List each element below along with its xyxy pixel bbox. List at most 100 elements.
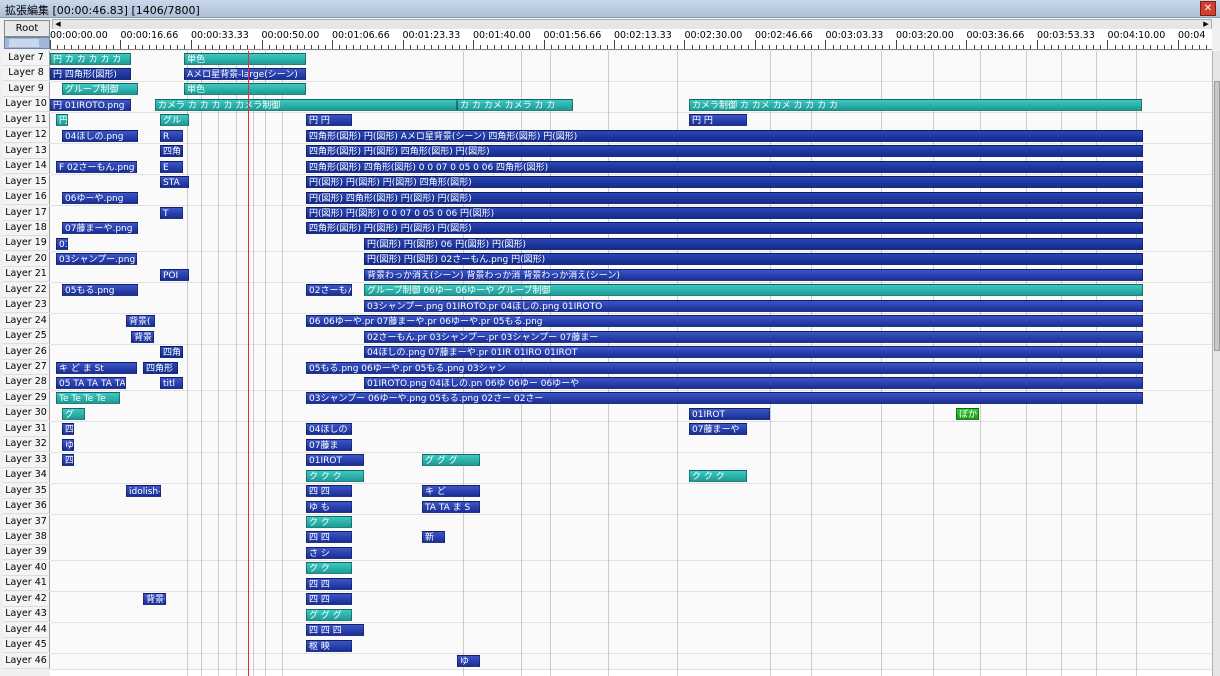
timeline-clip[interactable]: 四	[62, 454, 74, 467]
layer-row[interactable]	[50, 499, 1212, 516]
layer-label[interactable]: Layer 32	[3, 437, 50, 453]
timeline-clip[interactable]: 02さーもん.png	[306, 284, 352, 297]
layer-label[interactable]: Layer 37	[3, 514, 50, 530]
timeline-clip[interactable]: T	[160, 207, 183, 219]
vertical-scrollbar[interactable]	[1212, 51, 1220, 676]
timeline-clip[interactable]: カ カ カメ カメラ カ カ	[457, 98, 573, 111]
zoom-slider-thumb[interactable]	[9, 39, 39, 47]
timeline-clip[interactable]: グル	[160, 114, 189, 127]
layer-label[interactable]: Layer 14	[3, 159, 50, 175]
layer-row[interactable]	[50, 591, 1212, 608]
timeline-clip[interactable]: カメラ カ カ カ カ カメラ制御	[155, 98, 457, 111]
timeline-clip[interactable]: 四 四	[306, 593, 352, 606]
timeline-clip[interactable]: 四角	[160, 346, 183, 359]
scroll-right-icon[interactable]: ▶	[1201, 20, 1211, 29]
timeline-clip[interactable]: キ ど ま St	[56, 361, 137, 374]
timeline-clip[interactable]: 新	[422, 531, 445, 544]
timeline-clip[interactable]: 四角形(図形) 円(図形) Aメロ星背景(シーン) 四角形(図形) 円(図形)	[306, 129, 1143, 142]
layer-row[interactable]	[50, 468, 1212, 485]
timeline-clip[interactable]: 単色	[184, 83, 306, 96]
timeline-clip[interactable]: 円 カ カ カ カ カ	[50, 52, 131, 65]
timeline-clip[interactable]: カメラ制御 カ カメ カメ カ カ カ カ	[689, 98, 1142, 111]
layer-row[interactable]	[50, 560, 1212, 577]
timeline-clip[interactable]: 四角形(図形) 円(図形) 円(図形) 円(図形)	[306, 222, 1143, 235]
timeline-clip[interactable]: 01IROTO.png 04ほしの.pn 06ゆ 06ゆー 06ゆーや	[364, 376, 1143, 389]
timeline-clip[interactable]: 円 四角形(図形)	[50, 67, 131, 80]
timeline-clip[interactable]: 円	[56, 114, 68, 127]
timeline-clip[interactable]: キ ど	[422, 485, 480, 498]
layer-row[interactable]	[50, 514, 1212, 531]
layer-row[interactable]	[50, 406, 1212, 423]
layer-label[interactable]: Layer 29	[3, 390, 50, 406]
layer-label[interactable]: Layer 24	[3, 313, 50, 329]
timeline-clip[interactable]: さ シ	[306, 546, 352, 559]
timeline-clip[interactable]: グ	[62, 407, 85, 420]
layer-row[interactable]	[50, 638, 1212, 655]
layer-label[interactable]: Layer 28	[3, 375, 50, 391]
layer-label[interactable]: Layer 10	[3, 97, 50, 113]
timeline-clip[interactable]: 03シャンプー 06ゆーや.png 05もる.png 02さー 02さー	[306, 392, 1143, 405]
timeline-clip[interactable]: 四	[62, 423, 74, 436]
layer-row[interactable]	[50, 622, 1212, 639]
layer-label[interactable]: Layer 44	[3, 622, 50, 638]
layer-label[interactable]: Layer 40	[3, 560, 50, 576]
layer-row[interactable]	[50, 576, 1212, 593]
layer-label[interactable]: Layer 19	[3, 236, 50, 252]
scroll-left-icon[interactable]: ◀	[53, 20, 63, 29]
layer-row[interactable]	[50, 483, 1212, 500]
timeline-clip[interactable]: 01	[56, 237, 68, 250]
timeline-clip[interactable]: Te Te Te Te	[56, 392, 120, 405]
zoom-slider[interactable]	[4, 37, 50, 49]
timeline-clip[interactable]: 背景わっか消え(シーン) 背景わっか消 背景わっか消え(シーン)	[364, 268, 1143, 281]
layer-label[interactable]: Layer 26	[3, 344, 50, 360]
layer-label[interactable]: Layer 17	[3, 205, 50, 221]
layer-label[interactable]: Layer 45	[3, 638, 50, 654]
playhead-cursor[interactable]	[248, 51, 249, 676]
timeline-clip[interactable]: 05 TA TA TA TA	[56, 376, 126, 389]
layer-label[interactable]: Layer 7	[3, 51, 50, 66]
timeline-clip[interactable]: ク ク	[306, 562, 352, 575]
timeline-clip[interactable]: ク ク ク	[306, 469, 364, 482]
timeline-clip[interactable]: グ グ グ	[422, 454, 480, 467]
timeline-clip[interactable]: 07藤まーや	[689, 423, 747, 436]
timeline-clip[interactable]: 四角形(図形) 円(図形) 四角形(図形) 円(図形)	[306, 145, 1143, 158]
layer-label[interactable]: Layer 33	[3, 452, 50, 468]
timeline-clip[interactable]: Aメロ星背景-large(シーン)	[184, 67, 306, 80]
timeline-clip[interactable]: 背景	[131, 330, 154, 343]
layer-row[interactable]	[50, 452, 1212, 469]
layer-label[interactable]: Layer 21	[3, 267, 50, 283]
layer-label[interactable]: Layer 42	[3, 591, 50, 607]
layer-label[interactable]: Layer 18	[3, 220, 50, 236]
timeline-clip[interactable]: ク ク ク	[689, 469, 747, 482]
layer-label[interactable]: Layer 25	[3, 329, 50, 345]
timeline-clip[interactable]: ク ク	[306, 516, 352, 528]
layer-label[interactable]: Layer 35	[3, 483, 50, 499]
layer-row[interactable]	[50, 112, 1212, 129]
timeline-clip[interactable]: POI	[160, 268, 189, 281]
timeline-clip[interactable]: 四 四	[306, 485, 352, 498]
timeline-clip[interactable]: 04ほしの.png 07藤まーや.pr 01IR 01IRO 01IROT	[364, 346, 1143, 359]
layer-label[interactable]: Layer 41	[3, 576, 50, 592]
timeline-clip[interactable]: 円(図形) 円(図形) 0 0 07 0 05 0 06 円(図形)	[306, 207, 1143, 219]
layer-row[interactable]	[50, 607, 1212, 624]
timeline-clip[interactable]: 07藤ま	[306, 438, 352, 451]
layer-label[interactable]: Layer 34	[3, 468, 50, 484]
timeline-clip[interactable]: 07藤まーや.png	[62, 222, 138, 235]
title-bar[interactable]: 拡張編集 [00:00:46.83] [1406/7800] ✕	[0, 0, 1220, 18]
timeline-clip[interactable]: 円 円	[689, 114, 747, 127]
timeline-clip[interactable]: TA TA ま S	[422, 500, 480, 513]
timeline-clip[interactable]: 02さーもん.pr 03シャンプー.pr 03シャンプー 07藤まー	[364, 330, 1143, 343]
layer-label[interactable]: Layer 15	[3, 174, 50, 190]
timeline-clip[interactable]: 01IROT	[306, 454, 364, 467]
layer-label[interactable]: Layer 8	[3, 66, 50, 82]
timeline-clip[interactable]: 円 円	[306, 114, 352, 127]
layer-label[interactable]: Layer 12	[3, 128, 50, 144]
layer-label[interactable]: Layer 13	[3, 143, 50, 159]
timeline-clip[interactable]: ゆ も	[306, 500, 352, 513]
layer-label[interactable]: Layer 31	[3, 421, 50, 437]
layer-label[interactable]: Layer 22	[3, 282, 50, 298]
layer-label[interactable]: Layer 43	[3, 607, 50, 623]
layer-label[interactable]: Layer 11	[3, 112, 50, 128]
timeline-clip[interactable]: F 02さーもん.png	[56, 160, 137, 173]
layer-label[interactable]: Layer 16	[3, 190, 50, 206]
